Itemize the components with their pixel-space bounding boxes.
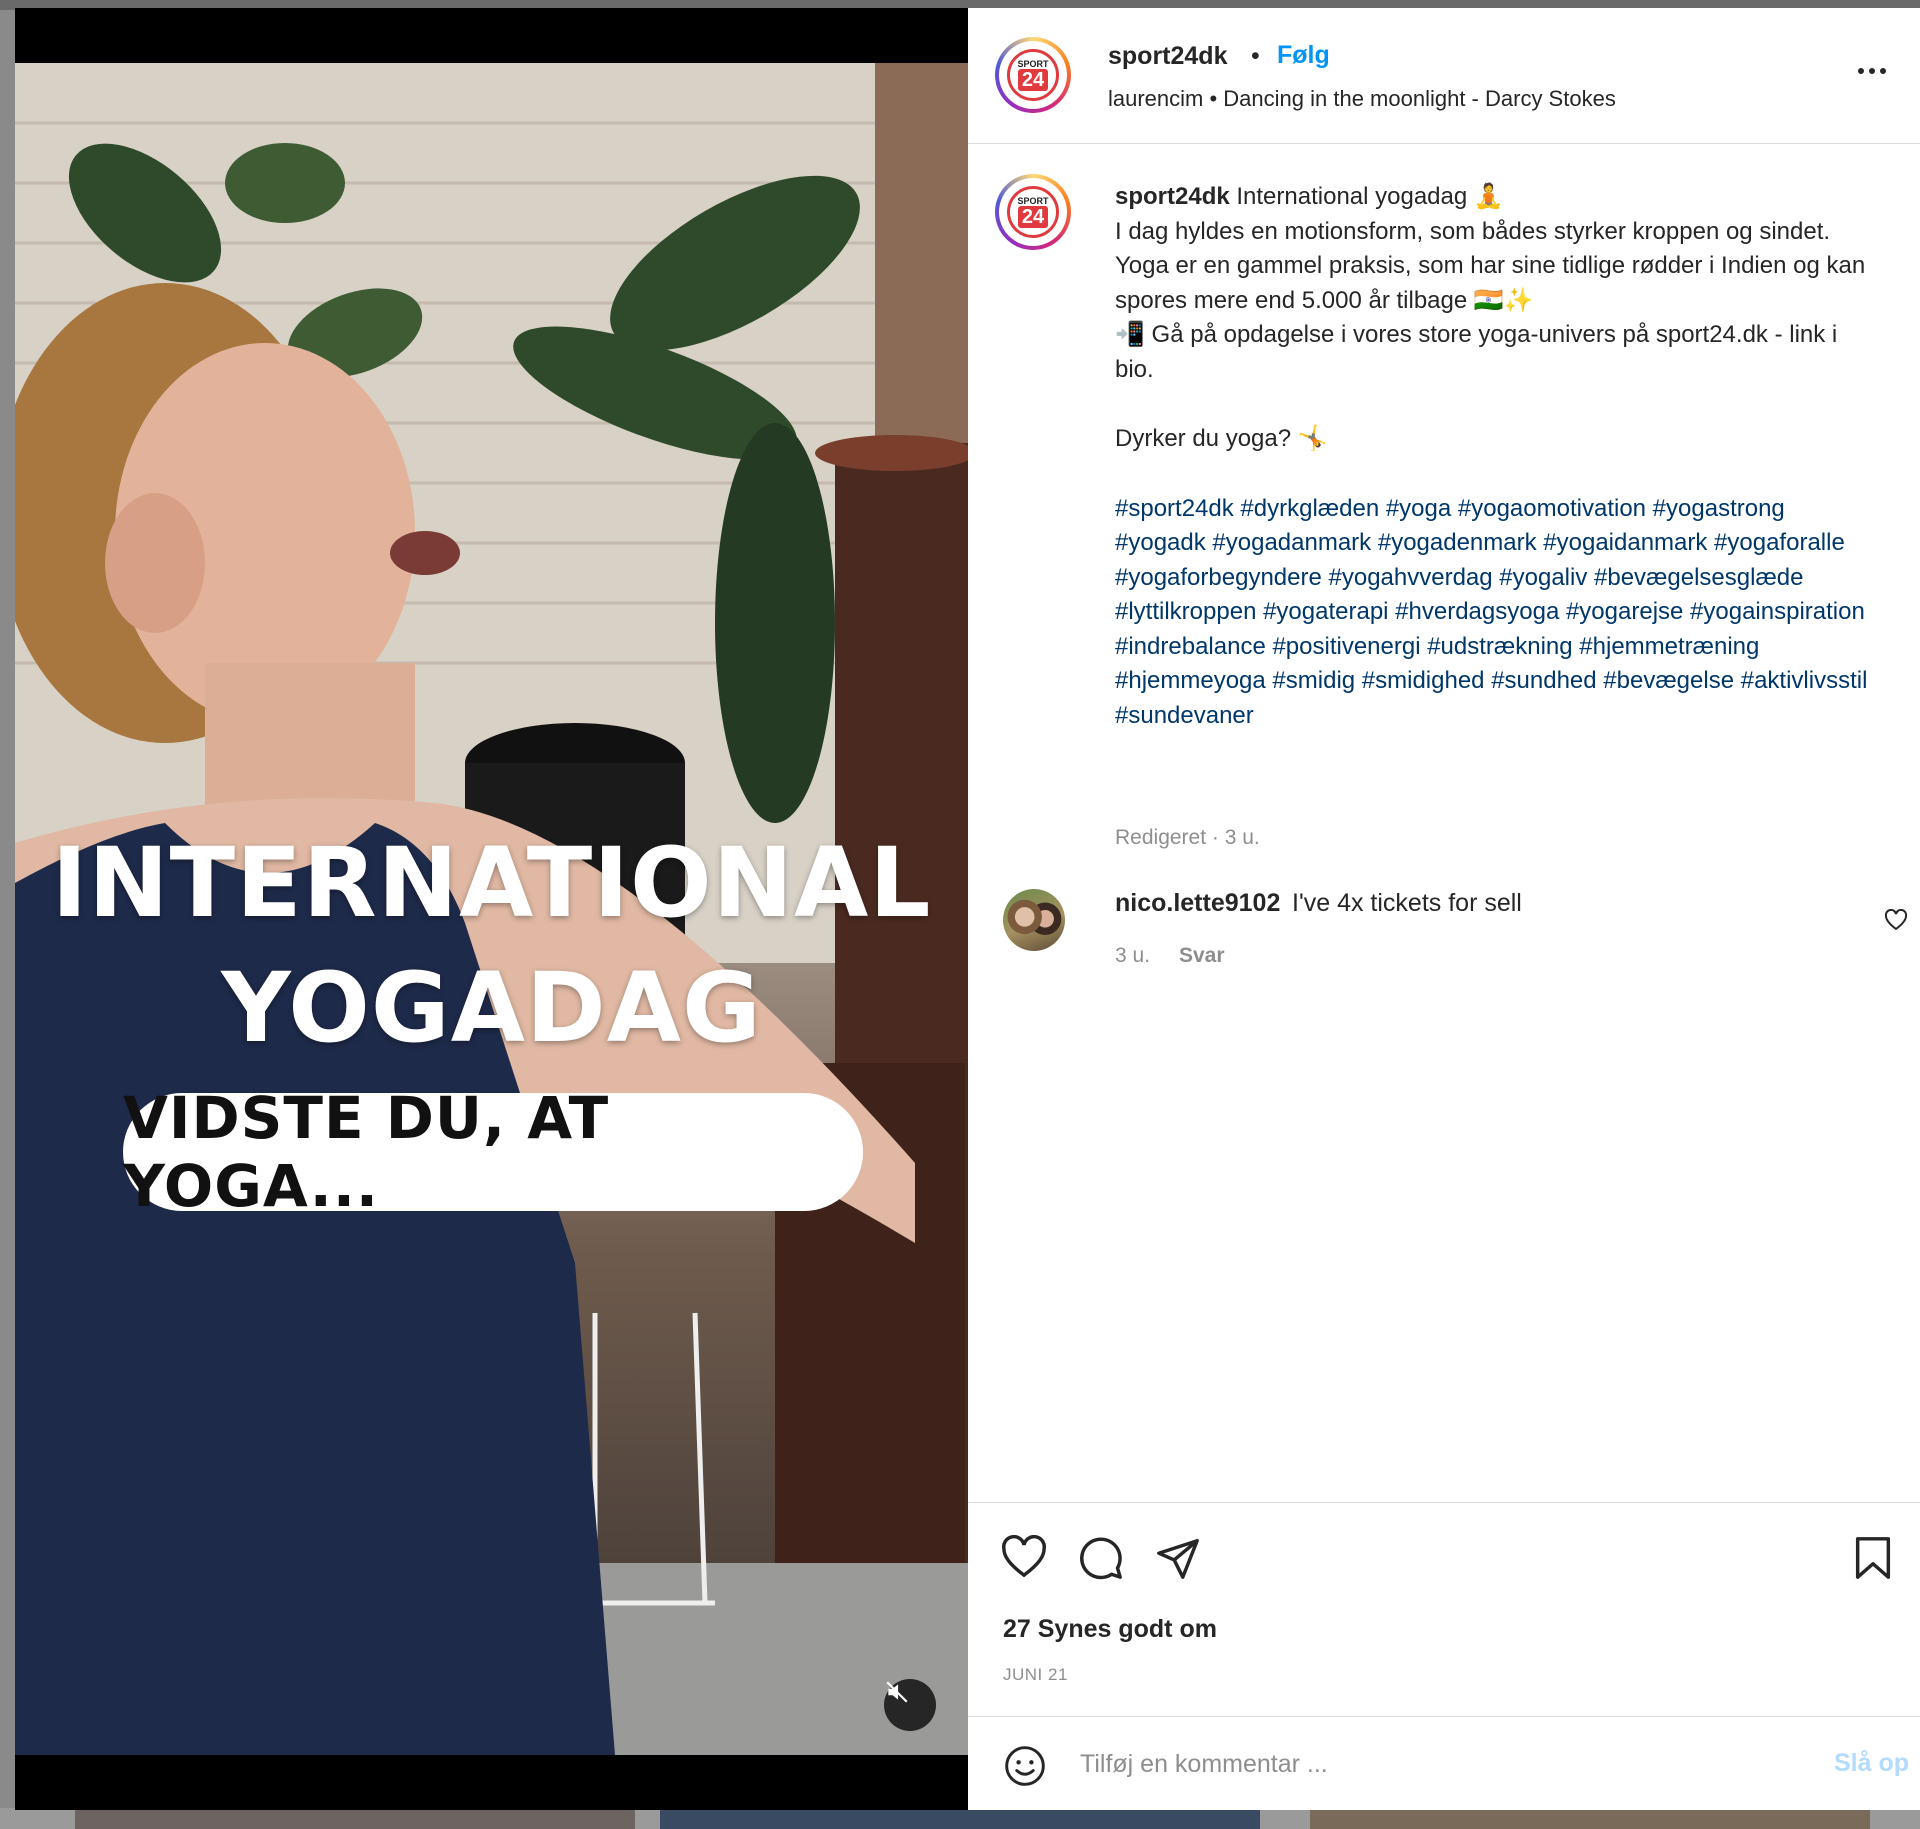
share-send-icon[interactable] [1155,1535,1201,1581]
post-caption: sport24dk International yogadag 🧘 I dag … [1115,180,1875,733]
backdrop-bottom [0,1808,1920,1829]
caption-hashtags[interactable]: #sport24dk #dyrkglæden #yoga #yogaomotiv… [1115,492,1875,734]
account-username[interactable]: sport24dk [1108,42,1227,71]
caption-question: Dyrker du yoga? 🤸 [1115,425,1328,452]
video-headline-line1: INTERNATIONAL [51,827,932,939]
caption-line1: I dag hyldes en motionsform, som bådes s… [1115,217,1831,245]
sport24-logo: SPORT 24 [1007,49,1059,101]
caption-line3: 📲 Gå på opdagelse i vores store yoga-uni… [1115,321,1838,383]
more-options-icon[interactable] [1858,56,1898,86]
comment-time: 3 u. [1115,944,1151,967]
speaker-muted-icon [886,1681,908,1703]
post-comment-button[interactable]: Slå op [1834,1749,1909,1778]
post-side-panel: SPORT 24 sport24dk • Følg laurencim • Da… [968,8,1920,1810]
header-separator: • [1251,42,1260,70]
post-header: SPORT 24 sport24dk • Følg laurencim • Da… [968,8,1920,144]
comment-input[interactable] [1078,1741,1762,1787]
caption-username[interactable]: sport24dk [1115,183,1230,210]
follow-button[interactable]: Følg [1277,41,1330,70]
emoji-smiley-icon[interactable] [1003,1744,1047,1788]
comment-bubble-icon[interactable] [1078,1535,1124,1581]
comment-text: I've 4x tickets for sell [1292,889,1522,917]
post-actions: 27 Synes godt om JUNI 21 [968,1502,1920,1717]
commenter-avatar[interactable] [1003,889,1065,951]
video-caption-pill-text: VIDSTE DU, AT YOGA... [123,1084,610,1220]
audio-attribution[interactable]: laurencim • Dancing in the moonlight - D… [1108,86,1616,112]
comment-username[interactable]: nico.lette9102 [1115,889,1280,918]
sport24-logo: SPORT 24 [1007,186,1059,238]
post-date: JUNI 21 [1003,1665,1068,1684]
video-caption-pill: VIDSTE DU, AT YOGA... [123,1084,863,1220]
caption-meta: Redigeret · 3 u. [1115,826,1260,849]
add-comment-bar: Slå op [968,1716,1920,1810]
caption-line2: Yoga er en gammel praksis, som har sine … [1115,252,1866,314]
post-modal: INTERNATIONAL YOGADAG VIDSTE DU, AT YOGA… [15,8,1920,1810]
comment-reply-button[interactable]: Svar [1179,944,1225,968]
video-player[interactable]: INTERNATIONAL YOGADAG VIDSTE DU, AT YOGA… [15,63,968,1755]
like-count[interactable]: 27 Synes godt om [1003,1615,1217,1644]
mute-button[interactable] [884,1679,936,1731]
like-heart-icon[interactable] [1001,1535,1047,1579]
caption-title: International yogadag 🧘 [1236,183,1504,210]
save-bookmark-icon[interactable] [1853,1535,1893,1581]
comments-area: SPORT 24 sport24dk International yogadag… [968,144,1920,1500]
video-headline-line2: YOGADAG [221,952,762,1064]
caption-avatar[interactable]: SPORT 24 [995,174,1071,250]
account-avatar[interactable]: SPORT 24 [995,37,1071,113]
post-media: INTERNATIONAL YOGADAG VIDSTE DU, AT YOGA… [15,8,968,1810]
comment-like-heart-icon[interactable] [1884,909,1908,931]
